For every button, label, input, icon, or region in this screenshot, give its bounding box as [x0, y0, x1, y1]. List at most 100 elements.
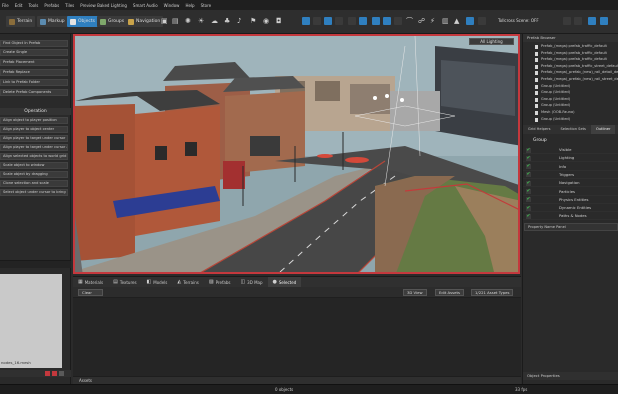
- group-row[interactable]: ✔ Visible: [523, 146, 618, 154]
- light-icon[interactable]: ✺: [185, 17, 191, 25]
- tab-selection-sets[interactable]: Selection Sets: [555, 125, 590, 134]
- operation-button[interactable]: Align object to player position: [0, 117, 68, 124]
- bridge-icon[interactable]: ⌒: [406, 17, 413, 25]
- toolbar-button-navigation[interactable]: Navigation: [125, 16, 164, 27]
- fullscreen-icon[interactable]: [600, 17, 608, 25]
- object-properties-header[interactable]: Object Properties: [523, 372, 618, 380]
- group-row[interactable]: ✔ Triggers: [523, 171, 618, 179]
- toolbar-button-markup[interactable]: Markup: [37, 16, 68, 27]
- audio-icon[interactable]: ♪: [237, 17, 241, 25]
- tab-materials[interactable]: ▦ Materials: [73, 277, 108, 287]
- runner-icon[interactable]: ⚡: [430, 17, 435, 25]
- group-checkbox[interactable]: ✔: [526, 213, 531, 219]
- group-row[interactable]: ✔ Particles: [523, 188, 618, 196]
- stats-icon[interactable]: ▥: [442, 17, 449, 25]
- lighting-dropdown[interactable]: All Lighting: [469, 38, 514, 45]
- 3d-view-button[interactable]: 3D View: [403, 289, 427, 296]
- mountain-icon[interactable]: ▲: [454, 17, 459, 25]
- rotate-tool-icon[interactable]: [324, 17, 332, 25]
- delete-prefab-components-button[interactable]: Delete Prefab Components: [0, 89, 68, 96]
- group-row[interactable]: ✔ Info: [523, 163, 618, 171]
- pivot-icon[interactable]: [394, 17, 402, 25]
- edit-assets-button[interactable]: Edit Assets: [435, 289, 464, 296]
- save-icon[interactable]: ▣: [161, 17, 168, 25]
- car-icon[interactable]: ◘: [276, 17, 282, 25]
- operation-button[interactable]: Align selected objects to world grid: [0, 153, 68, 160]
- link-prefab-folder-button[interactable]: Link to Prefab Folder: [0, 79, 68, 86]
- operation-button[interactable]: Scale object by dragging: [0, 171, 68, 178]
- delete-icon[interactable]: [52, 371, 57, 376]
- window-icon[interactable]: [588, 17, 596, 25]
- menu-item[interactable]: File: [2, 3, 9, 8]
- create-single-button[interactable]: Create Single: [0, 49, 68, 56]
- group-checkbox[interactable]: ✔: [526, 147, 531, 153]
- local-axis-icon[interactable]: [372, 17, 380, 25]
- prefab-replace-button[interactable]: Prefab Replace: [0, 69, 68, 76]
- group-checkbox[interactable]: ✔: [526, 155, 531, 161]
- tab-outliner[interactable]: Outliner: [590, 125, 616, 134]
- scene-viewport[interactable]: All Lighting: [73, 34, 520, 274]
- walker-icon[interactable]: ☍: [418, 17, 425, 25]
- remove-icon[interactable]: [45, 371, 50, 376]
- operation-button[interactable]: Align player to object center: [0, 126, 68, 133]
- layout-icon[interactable]: [563, 17, 571, 25]
- tab-grid-helpers[interactable]: Grid Helpers: [523, 125, 555, 134]
- tab-prefabs[interactable]: ▨ Prefabs: [204, 277, 236, 287]
- group-row[interactable]: ✔ Physics Entities: [523, 196, 618, 204]
- operation-button[interactable]: Align player to target under cursor and …: [0, 144, 68, 151]
- select-tool-icon[interactable]: [302, 17, 310, 25]
- group-checkbox[interactable]: ✔: [526, 205, 531, 211]
- find-object-button[interactable]: Find Object In Prefab: [0, 40, 68, 47]
- clear-button[interactable]: Clear: [78, 289, 103, 296]
- camera-icon[interactable]: ◉: [263, 17, 269, 25]
- group-checkbox[interactable]: ✔: [526, 180, 531, 186]
- assets-tab[interactable]: Assets: [73, 376, 521, 384]
- layer-icon[interactable]: [466, 17, 474, 25]
- property-name-panel[interactable]: Property Name Panel: [524, 223, 618, 231]
- menu-item[interactable]: Window: [164, 3, 180, 8]
- snap-icon[interactable]: [348, 17, 356, 25]
- group-row[interactable]: ✔ Navigation: [523, 179, 618, 188]
- cloud-icon[interactable]: ☁: [211, 17, 218, 25]
- panel-icon[interactable]: [574, 17, 582, 25]
- group-checkbox[interactable]: ✔: [526, 172, 531, 178]
- move-tool-icon[interactable]: [313, 17, 321, 25]
- menu-item[interactable]: Edit: [15, 3, 23, 8]
- toolbar-button-terrain[interactable]: Terrain: [6, 16, 36, 27]
- options-icon[interactable]: [59, 371, 64, 376]
- folder-icon[interactable]: ▤: [172, 17, 179, 25]
- tab-3d-map[interactable]: ◫ 3D Map: [235, 277, 267, 287]
- menu-item[interactable]: Smart Audio: [133, 3, 158, 8]
- group-checkbox[interactable]: ✔: [526, 197, 531, 203]
- scale-tool-icon[interactable]: [335, 17, 343, 25]
- menu-item[interactable]: Tiles: [65, 3, 74, 8]
- world-axis-icon[interactable]: [383, 17, 391, 25]
- group-row[interactable]: ✔ Paths & Nodes: [523, 212, 618, 221]
- menu-item[interactable]: Store: [201, 3, 212, 8]
- menu-item[interactable]: Tools: [28, 3, 38, 8]
- prefab-placement-button[interactable]: Prefab Placement: [0, 59, 68, 66]
- grid-snap-icon[interactable]: [359, 17, 367, 25]
- prefab-list-item[interactable]: Group (Untitled): [523, 116, 618, 124]
- tab-selected[interactable]: ● Selected: [267, 277, 302, 287]
- asset-types-button[interactable]: 1/221 Asset Types: [471, 289, 514, 296]
- group-row[interactable]: ✔ Lighting: [523, 154, 618, 163]
- operation-button[interactable]: Clone selection and scale: [0, 180, 68, 187]
- operation-button[interactable]: Align player to target under cursor: [0, 135, 68, 142]
- tree-icon[interactable]: ♣: [224, 17, 230, 25]
- sun-icon[interactable]: ☀: [198, 17, 204, 25]
- toolbar-button-objects[interactable]: Objects: [67, 16, 99, 27]
- menu-item[interactable]: Prefabs: [44, 3, 59, 8]
- tab-terrains[interactable]: ◭ Terrains: [172, 277, 203, 287]
- tab-models[interactable]: ◧ Models: [142, 277, 173, 287]
- menu-item[interactable]: Help: [185, 3, 194, 8]
- group-checkbox[interactable]: ✔: [526, 164, 531, 170]
- operation-button[interactable]: Scale object to window: [0, 162, 68, 169]
- settings-icon[interactable]: [478, 17, 486, 25]
- tab-textures[interactable]: ▤ Textures: [108, 277, 141, 287]
- group-row[interactable]: ✔ Dynamic Entities: [523, 204, 618, 213]
- toolbar-button-groups[interactable]: Groups: [97, 16, 128, 27]
- menu-item[interactable]: Preview Baked Lighting: [80, 3, 127, 8]
- operation-button[interactable]: Select object under cursor to bring: [0, 189, 68, 196]
- flag-icon[interactable]: ⚑: [250, 17, 256, 25]
